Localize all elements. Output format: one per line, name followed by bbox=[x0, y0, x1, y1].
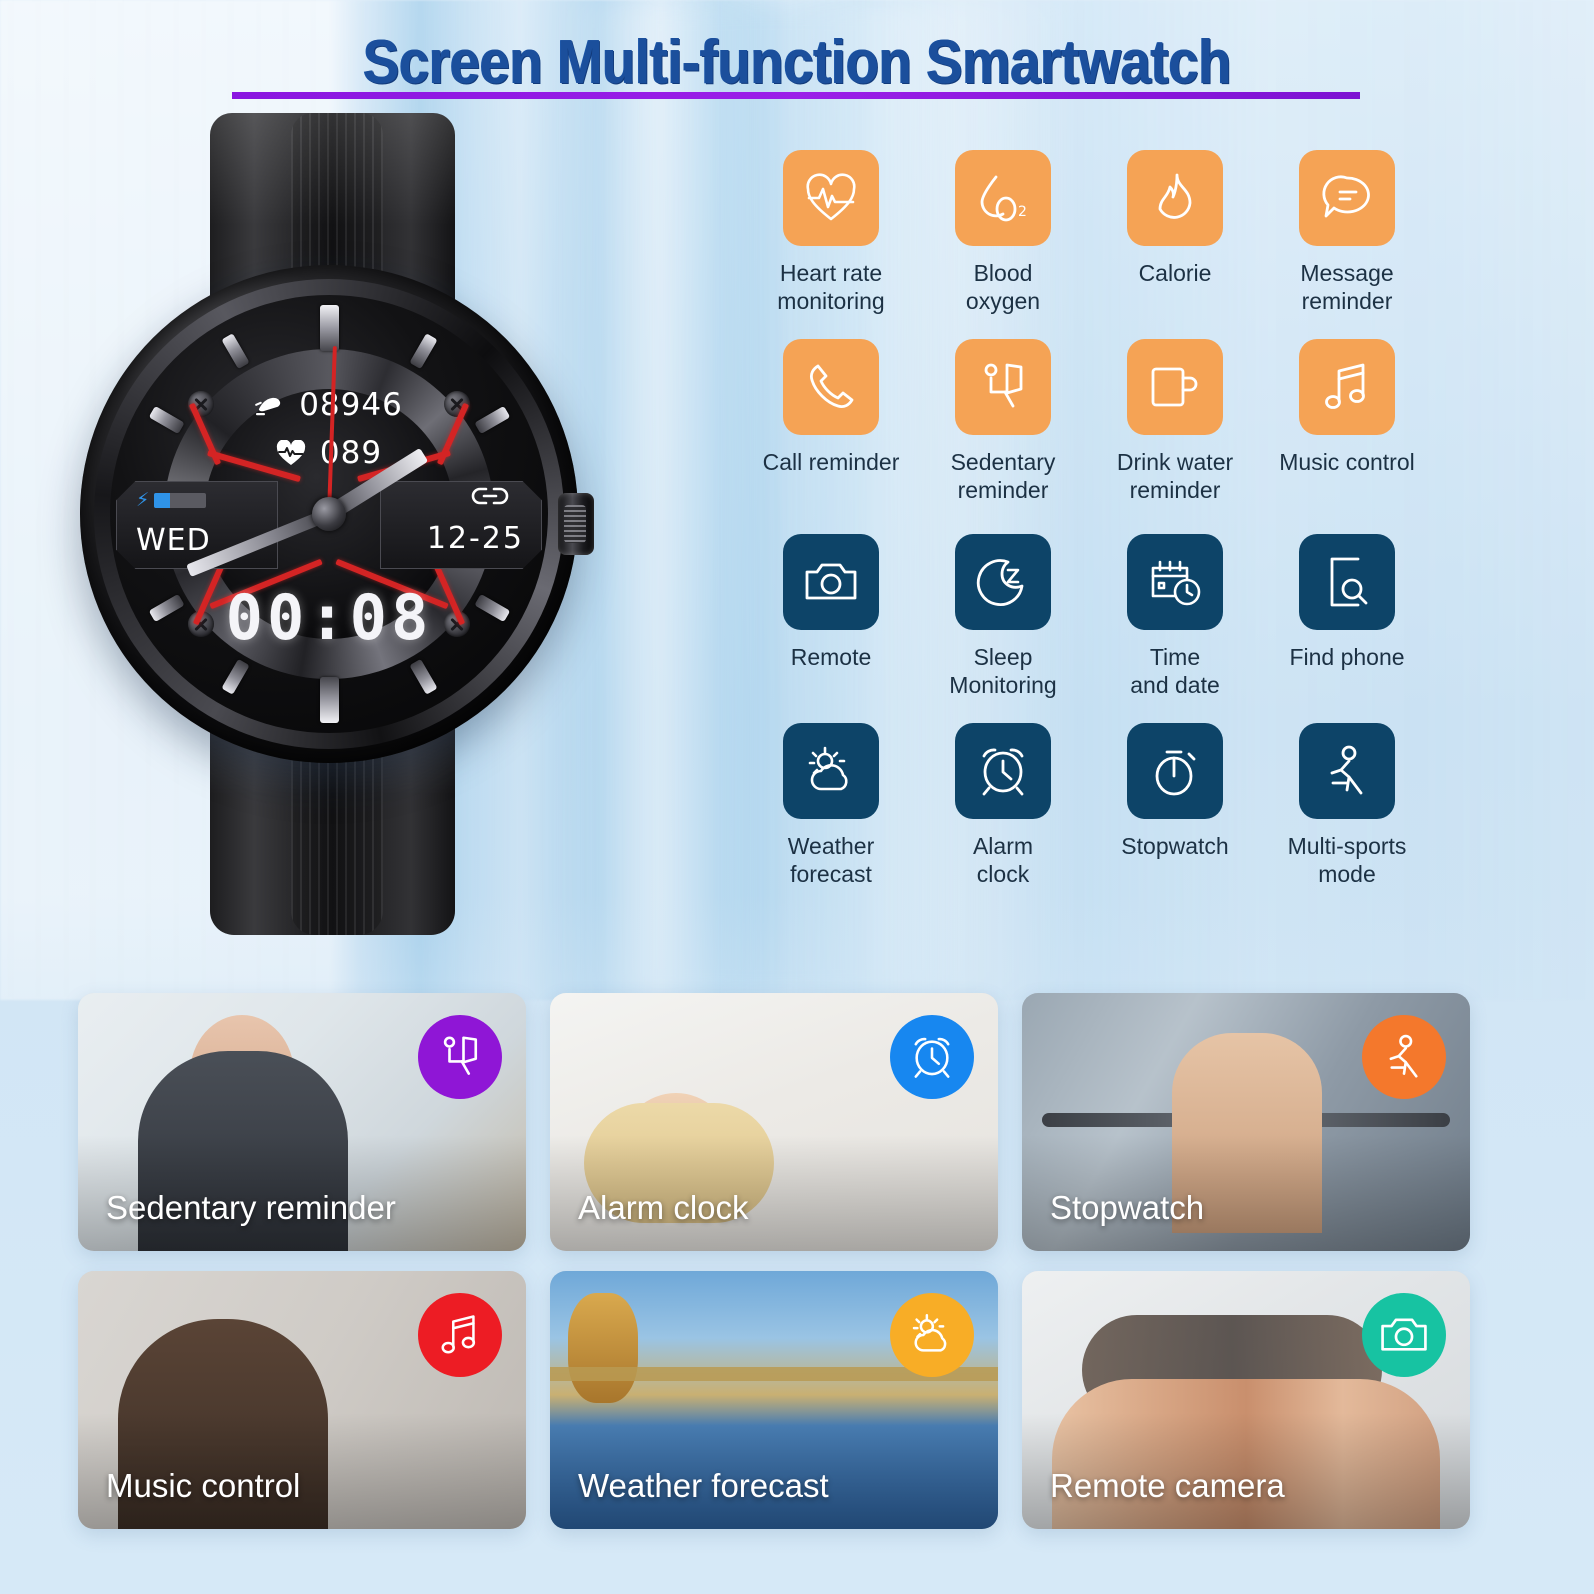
card-caption: Stopwatch bbox=[1050, 1189, 1205, 1226]
feature-row-1: Heart rate monitoring 2 Blood oxygen Cal… bbox=[745, 150, 1435, 315]
card-caption: Sedentary reminder bbox=[106, 1189, 396, 1226]
page-title: Screen Multi-function Smartwatch bbox=[362, 28, 1232, 97]
feature-message-reminder[interactable]: Message reminder bbox=[1261, 150, 1433, 315]
sleep-moon-z-icon bbox=[955, 534, 1051, 631]
lifestyle-card-grid: Sedentary reminder Alarm clock Stopwatch… bbox=[78, 993, 1518, 1549]
feature-label: Message reminder bbox=[1300, 260, 1394, 315]
product-infographic: Screen Multi-function Smartwatch 08946 0… bbox=[0, 0, 1594, 1594]
camera-icon bbox=[1362, 1293, 1446, 1377]
feature-find-phone[interactable]: Find phone bbox=[1261, 534, 1433, 699]
feature-heart-rate-monitoring[interactable]: Heart rate monitoring bbox=[745, 150, 917, 315]
feature-label: Drink water reminder bbox=[1116, 449, 1234, 504]
feature-blood-oxygen[interactable]: 2 Blood oxygen bbox=[917, 150, 1089, 315]
find-phone-icon bbox=[1299, 534, 1395, 631]
feature-label: Blood oxygen bbox=[965, 260, 1041, 315]
feature-label: Sedentary reminder bbox=[950, 449, 1056, 504]
card-stopwatch[interactable]: Stopwatch bbox=[1022, 993, 1470, 1251]
date-value: 12-25 bbox=[426, 521, 524, 556]
battery-charging-icon: ⚡ bbox=[136, 491, 207, 510]
card-remote-camera[interactable]: Remote camera bbox=[1022, 1271, 1470, 1529]
card-music-control[interactable]: Music control bbox=[78, 1271, 526, 1529]
water-mug-icon bbox=[1127, 339, 1223, 436]
card-caption: Alarm clock bbox=[578, 1189, 749, 1226]
alarm-clock-icon bbox=[955, 723, 1051, 820]
feature-time-and-date[interactable]: Time and date bbox=[1089, 534, 1261, 699]
music-note-icon bbox=[1299, 339, 1395, 436]
stopwatch-icon bbox=[1127, 723, 1223, 820]
feature-row-2: Call reminder Sedentary reminder Drink w… bbox=[745, 339, 1435, 504]
heart-rate-icon bbox=[783, 150, 879, 246]
camera-icon bbox=[783, 534, 879, 631]
calorie-flame-icon bbox=[1127, 150, 1223, 246]
card-caption: Remote camera bbox=[1050, 1467, 1285, 1504]
bluetooth-link-icon bbox=[470, 485, 510, 512]
feature-label: Calorie bbox=[1138, 260, 1212, 286]
feature-row-3: Remote Sleep Monitoring Time and date Fi… bbox=[745, 534, 1435, 699]
feature-music-control[interactable]: Music control bbox=[1261, 339, 1433, 504]
watch-case: 08946 089 ⚡ WED 12-25 00:08 bbox=[80, 265, 594, 763]
svg-text:2: 2 bbox=[1018, 204, 1027, 220]
crown-button[interactable] bbox=[558, 493, 594, 555]
feature-alarm-clock[interactable]: Alarm clock bbox=[917, 723, 1089, 888]
feature-label: Call reminder bbox=[762, 449, 900, 476]
feature-label: Multi-sports mode bbox=[1287, 833, 1407, 888]
heartbeat-icon bbox=[276, 439, 306, 475]
feature-label: Time and date bbox=[1130, 644, 1220, 699]
digital-time-value: 00:08 bbox=[225, 581, 433, 654]
card-row-1: Sedentary reminder Alarm clock Stopwatch bbox=[78, 993, 1518, 1251]
feature-stopwatch[interactable]: Stopwatch bbox=[1089, 723, 1261, 888]
feature-drink-water-reminder[interactable]: Drink water reminder bbox=[1089, 339, 1261, 504]
feature-label: Music control bbox=[1279, 449, 1415, 476]
sun-cloud-icon bbox=[783, 723, 879, 820]
feature-label: Heart rate monitoring bbox=[777, 260, 885, 315]
page-title-wrap: Screen Multi-function Smartwatch bbox=[0, 32, 1594, 104]
feature-call-reminder[interactable]: Call reminder bbox=[745, 339, 917, 504]
feature-label: Stopwatch bbox=[1121, 833, 1229, 860]
hands-hub bbox=[312, 497, 346, 531]
blood-oxygen-icon: 2 bbox=[955, 150, 1051, 246]
smartwatch-image: 08946 089 ⚡ WED 12-25 00:08 bbox=[70, 105, 594, 935]
feature-sleep-monitoring[interactable]: Sleep Monitoring bbox=[917, 534, 1089, 699]
feature-calorie[interactable]: Calorie bbox=[1089, 150, 1261, 315]
card-caption: Weather forecast bbox=[578, 1467, 829, 1504]
watch-screen[interactable]: 08946 089 ⚡ WED 12-25 00:08 bbox=[110, 295, 548, 733]
calendar-clock-icon bbox=[1127, 534, 1223, 631]
feature-row-4: Weather forecast Alarm clock Stopwatch M… bbox=[745, 723, 1435, 888]
message-bubble-icon bbox=[1299, 150, 1395, 246]
card-row-2: Music control Weather forecast Remote ca… bbox=[78, 1271, 1518, 1529]
phone-call-icon bbox=[783, 339, 879, 436]
running-person-icon bbox=[1299, 723, 1395, 820]
feature-remote[interactable]: Remote bbox=[745, 534, 917, 699]
card-weather-forecast[interactable]: Weather forecast bbox=[550, 1271, 998, 1529]
running-person-icon bbox=[1362, 1015, 1446, 1099]
feature-label: Find phone bbox=[1289, 644, 1405, 671]
feature-weather-forecast[interactable]: Weather forecast bbox=[745, 723, 917, 888]
weekday-value: WED bbox=[136, 523, 211, 558]
card-caption: Music control bbox=[106, 1467, 301, 1504]
card-alarm-clock[interactable]: Alarm clock bbox=[550, 993, 998, 1251]
card-sedentary-reminder[interactable]: Sedentary reminder bbox=[78, 993, 526, 1251]
music-note-icon bbox=[418, 1293, 502, 1377]
sedentary-person-icon bbox=[418, 1015, 502, 1099]
sun-cloud-icon bbox=[890, 1293, 974, 1377]
steps-value: 08946 bbox=[299, 387, 403, 423]
feature-label: Sleep Monitoring bbox=[949, 644, 1057, 699]
shoe-steps-icon bbox=[255, 391, 285, 427]
feature-label: Alarm clock bbox=[972, 833, 1034, 888]
steps-complication: 08946 bbox=[110, 387, 548, 427]
alarm-clock-icon bbox=[890, 1015, 974, 1099]
sedentary-person-icon bbox=[955, 339, 1051, 436]
feature-sedentary-reminder[interactable]: Sedentary reminder bbox=[917, 339, 1089, 504]
feature-multi-sports-mode[interactable]: Multi-sports mode bbox=[1261, 723, 1433, 888]
feature-icon-grid: Heart rate monitoring 2 Blood oxygen Cal… bbox=[745, 150, 1435, 888]
feature-label: Remote bbox=[790, 644, 872, 671]
feature-label: Weather forecast bbox=[787, 833, 875, 888]
